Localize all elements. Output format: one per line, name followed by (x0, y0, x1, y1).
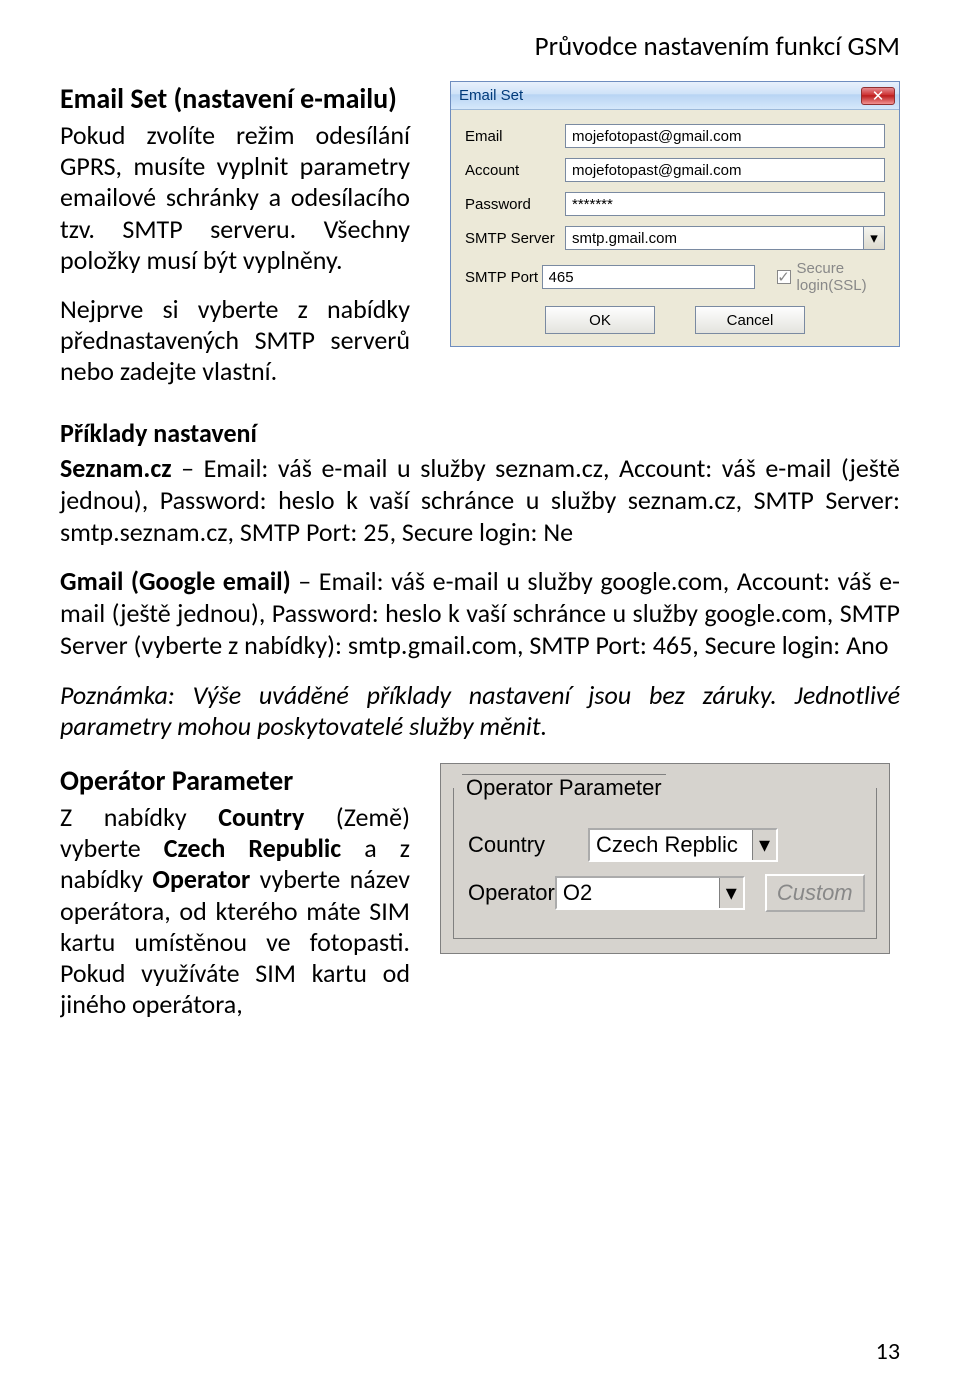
secure-login-label: Secure login(SSL) (797, 260, 885, 294)
smtp-server-combo[interactable]: ▾ (565, 226, 885, 250)
password-label: Password (465, 196, 565, 213)
country-value: Czech Repblic (596, 832, 752, 858)
custom-button[interactable]: Custom (765, 874, 865, 912)
email-input[interactable] (565, 124, 885, 148)
country-label: Country (468, 832, 588, 858)
country-select[interactable]: Czech Repblic ▾ (588, 828, 778, 862)
chevron-down-icon[interactable]: ▾ (752, 830, 776, 860)
close-button[interactable]: ✕ (861, 87, 895, 105)
email-set-text-column: Email Set (nastavení e-mailu) Pokud zvol… (60, 81, 410, 406)
operator-parameter-panel: Operator Parameter Country Czech Repblic… (440, 763, 890, 954)
account-input[interactable] (565, 158, 885, 182)
dialog-title-text: Email Set (459, 87, 523, 104)
operator-parameter-heading: Operátor Parameter (60, 763, 410, 798)
seznam-body: – Email: váš e-mail u služby seznam.cz, … (60, 452, 900, 547)
operator-select[interactable]: O2 ▾ (555, 876, 745, 910)
email-set-dialog: Email Set ✕ Email Account Password (450, 81, 900, 347)
document-header: Průvodce nastavením funkcí GSM (60, 30, 900, 63)
smtp-port-input[interactable] (542, 265, 755, 289)
operator-value: O2 (563, 880, 719, 906)
chevron-down-icon[interactable]: ▾ (863, 226, 885, 250)
examples-note: Poznámka: Výše uváděné příklady nastaven… (60, 680, 900, 743)
email-set-paragraph-1: Pokud zvolíte režim odesílání GPRS, musí… (60, 120, 410, 276)
seznam-label: Seznam.cz (60, 452, 172, 484)
operator-parameter-legend: Operator Parameter (462, 774, 666, 801)
chevron-down-icon[interactable]: ▾ (719, 878, 743, 908)
gmail-label: Gmail (Google email) (60, 565, 291, 597)
secure-login-checkbox[interactable]: ✓ Secure login(SSL) (777, 260, 885, 294)
account-label: Account (465, 162, 565, 179)
checkbox-icon: ✓ (777, 270, 791, 284)
email-label: Email (465, 128, 565, 145)
operator-label: Operator (468, 880, 555, 906)
smtp-server-label: SMTP Server (465, 230, 565, 247)
examples-heading: Příklady nastavení (60, 418, 900, 450)
page-number: 13 (876, 1337, 900, 1366)
smtp-server-input[interactable] (565, 226, 863, 250)
password-input[interactable] (565, 192, 885, 216)
operator-parameter-body: Z nabídky Country (Země) vyberte Czech R… (60, 802, 410, 1020)
smtp-port-label: SMTP Port (465, 269, 542, 286)
cancel-button[interactable]: Cancel (695, 306, 805, 334)
email-set-heading: Email Set (nastavení e-mailu) (60, 81, 410, 116)
close-icon: ✕ (872, 87, 885, 105)
dialog-titlebar[interactable]: Email Set ✕ (451, 82, 899, 110)
ok-button[interactable]: OK (545, 306, 655, 334)
email-set-paragraph-2: Nejprve si vyberte z nabídky přednastave… (60, 294, 410, 388)
